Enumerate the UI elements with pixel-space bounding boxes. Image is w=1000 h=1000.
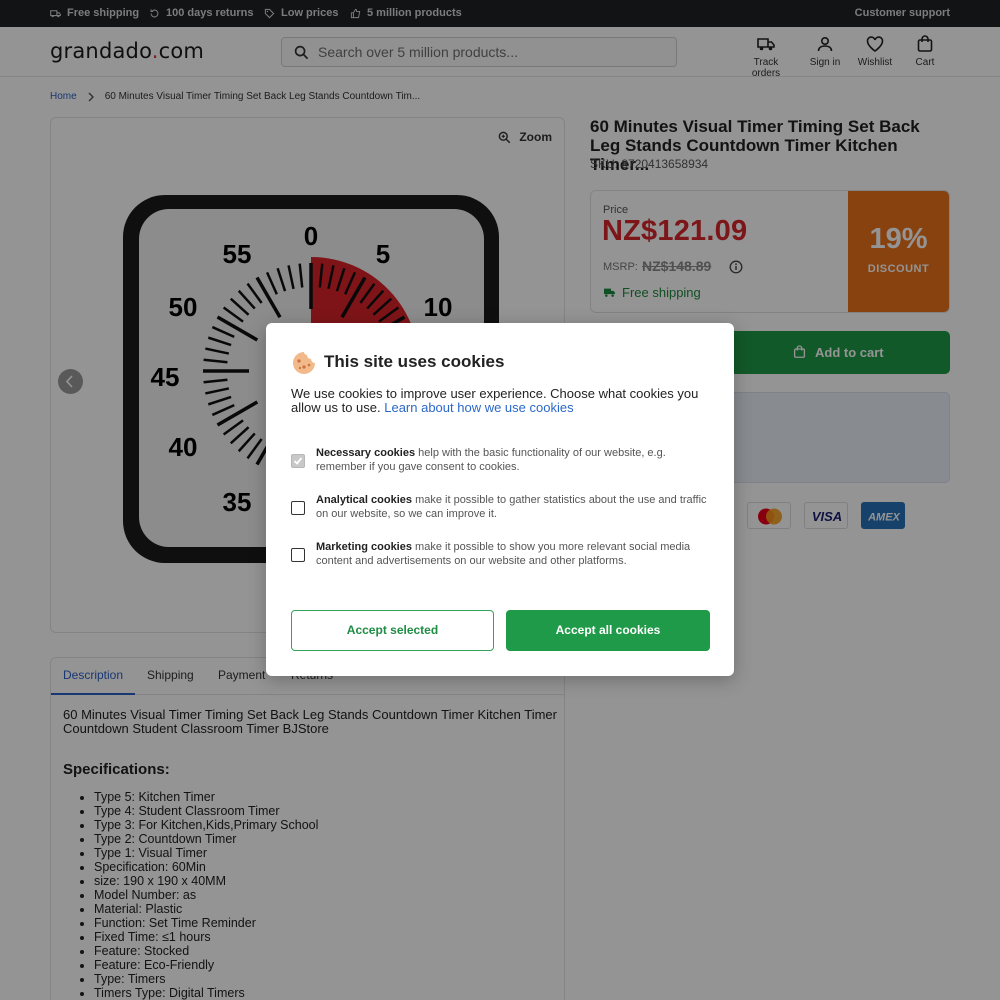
cookie-icon: [293, 352, 315, 374]
check-icon: [293, 457, 303, 465]
necessary-cookies-text: Necessary cookies help with the basic fu…: [316, 447, 666, 473]
analytical-cookies-text: Analytical cookies make it possible to g…: [316, 494, 707, 520]
marketing-cookies-text: Marketing cookies make it possible to sh…: [316, 541, 691, 567]
cookie-modal-intro: We use cookies to improve user experienc…: [291, 386, 699, 415]
marketing-cookies-checkbox[interactable]: [291, 548, 305, 562]
cookie-modal-title: This site uses cookies: [324, 352, 505, 371]
necessary-cookies-checkbox[interactable]: [291, 454, 305, 468]
analytical-cookies-checkbox[interactable]: [291, 501, 305, 515]
cookie-consent-modal: This site uses cookies We use cookies to…: [266, 323, 734, 676]
accept-selected-button[interactable]: Accept selected: [291, 610, 494, 651]
accept-all-cookies-button[interactable]: Accept all cookies: [506, 610, 710, 651]
learn-cookies-link[interactable]: Learn about how we use cookies: [384, 400, 573, 415]
